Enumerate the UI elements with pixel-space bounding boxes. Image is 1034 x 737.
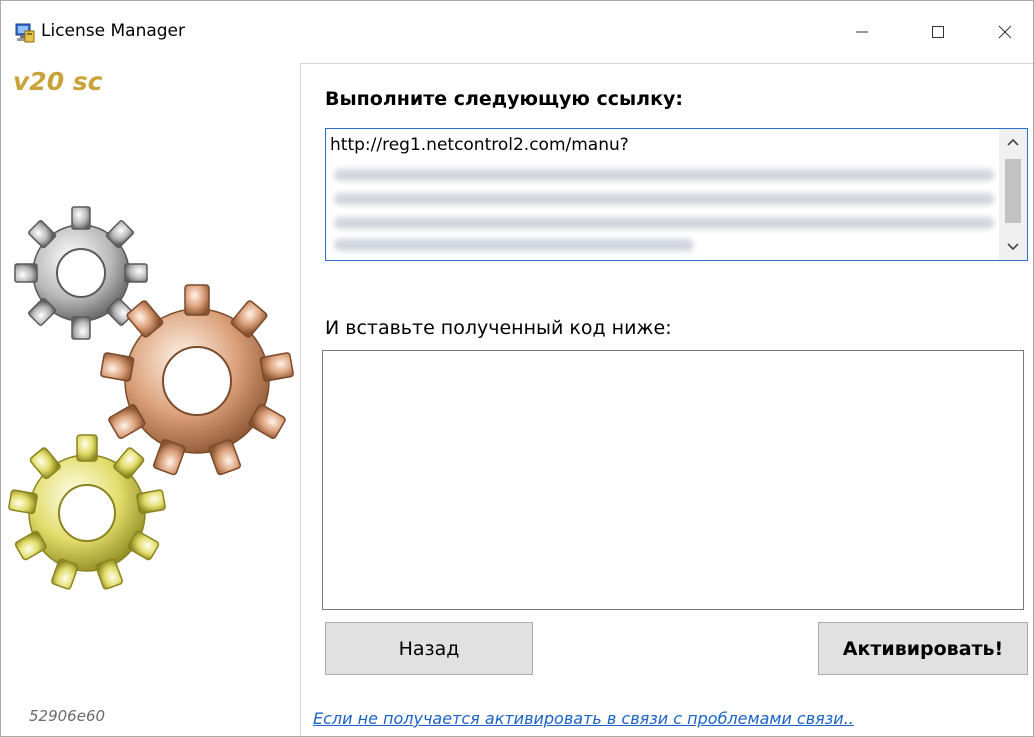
page-title: Выполните следующую ссылку: — [325, 88, 683, 110]
close-icon — [998, 25, 1012, 39]
scroll-thumb[interactable] — [1005, 159, 1021, 223]
activate-button[interactable]: Активировать! — [818, 622, 1028, 675]
activation-code-input[interactable] — [322, 350, 1024, 610]
url-scrollbar[interactable] — [999, 129, 1027, 260]
redacted-line — [334, 193, 994, 205]
scroll-up-button[interactable] — [999, 129, 1027, 155]
back-button[interactable]: Назад — [325, 622, 533, 675]
minimize-icon — [856, 31, 868, 33]
connection-help-link[interactable]: Если не получается активировать в связи … — [313, 709, 854, 728]
url-text[interactable]: http://reg1.netcontrol2.com/manu? — [330, 135, 629, 155]
machine-id-label: 52906e60 — [29, 707, 106, 725]
copper-gear-icon — [100, 284, 294, 476]
yellow-gear-icon — [8, 434, 166, 590]
maximize-icon — [932, 26, 944, 38]
license-manager-window: License Manager v20 sc 52906e60 Выполнит… — [0, 0, 1034, 737]
redacted-line — [334, 217, 994, 229]
chevron-up-icon — [1007, 138, 1019, 146]
sidebar-panel: v20 sc 52906e60 — [1, 63, 300, 736]
redacted-line — [334, 239, 694, 251]
gears-illustration — [8, 206, 294, 590]
main-panel: Выполните следующую ссылку: http://reg1.… — [300, 63, 1033, 736]
redacted-line — [334, 169, 994, 181]
version-label: v20 sc — [13, 67, 103, 96]
window-title: License Manager — [41, 21, 186, 41]
app-icon — [15, 23, 35, 43]
chevron-down-icon — [1007, 243, 1019, 251]
maximize-button[interactable] — [906, 1, 970, 63]
scroll-down-button[interactable] — [999, 234, 1027, 260]
minimize-button[interactable] — [830, 1, 894, 63]
close-button[interactable] — [973, 1, 1033, 63]
paste-code-label: И вставьте полученный код ниже: — [325, 317, 672, 339]
title-bar[interactable]: License Manager — [1, 1, 1033, 63]
gray-gear-icon — [14, 206, 148, 340]
url-textarea[interactable]: http://reg1.netcontrol2.com/manu? — [325, 128, 1028, 261]
